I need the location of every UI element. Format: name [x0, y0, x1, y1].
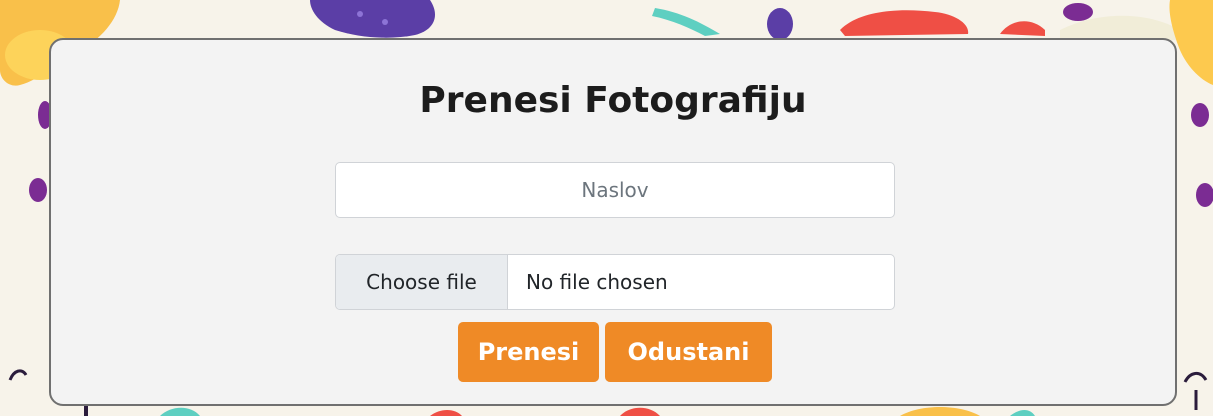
file-status-text: No file chosen	[526, 270, 668, 294]
page-title: Prenesi Fotografiju	[419, 80, 807, 121]
file-upload-control[interactable]: Choose file No file chosen	[335, 254, 895, 310]
photo-title-input[interactable]	[335, 162, 895, 218]
upload-button[interactable]: Prenesi	[458, 322, 599, 382]
cancel-button[interactable]: Odustani	[605, 322, 772, 382]
choose-file-button[interactable]: Choose file	[336, 255, 508, 309]
upload-photo-card: Prenesi Fotografiju Choose file No file …	[49, 38, 1177, 406]
